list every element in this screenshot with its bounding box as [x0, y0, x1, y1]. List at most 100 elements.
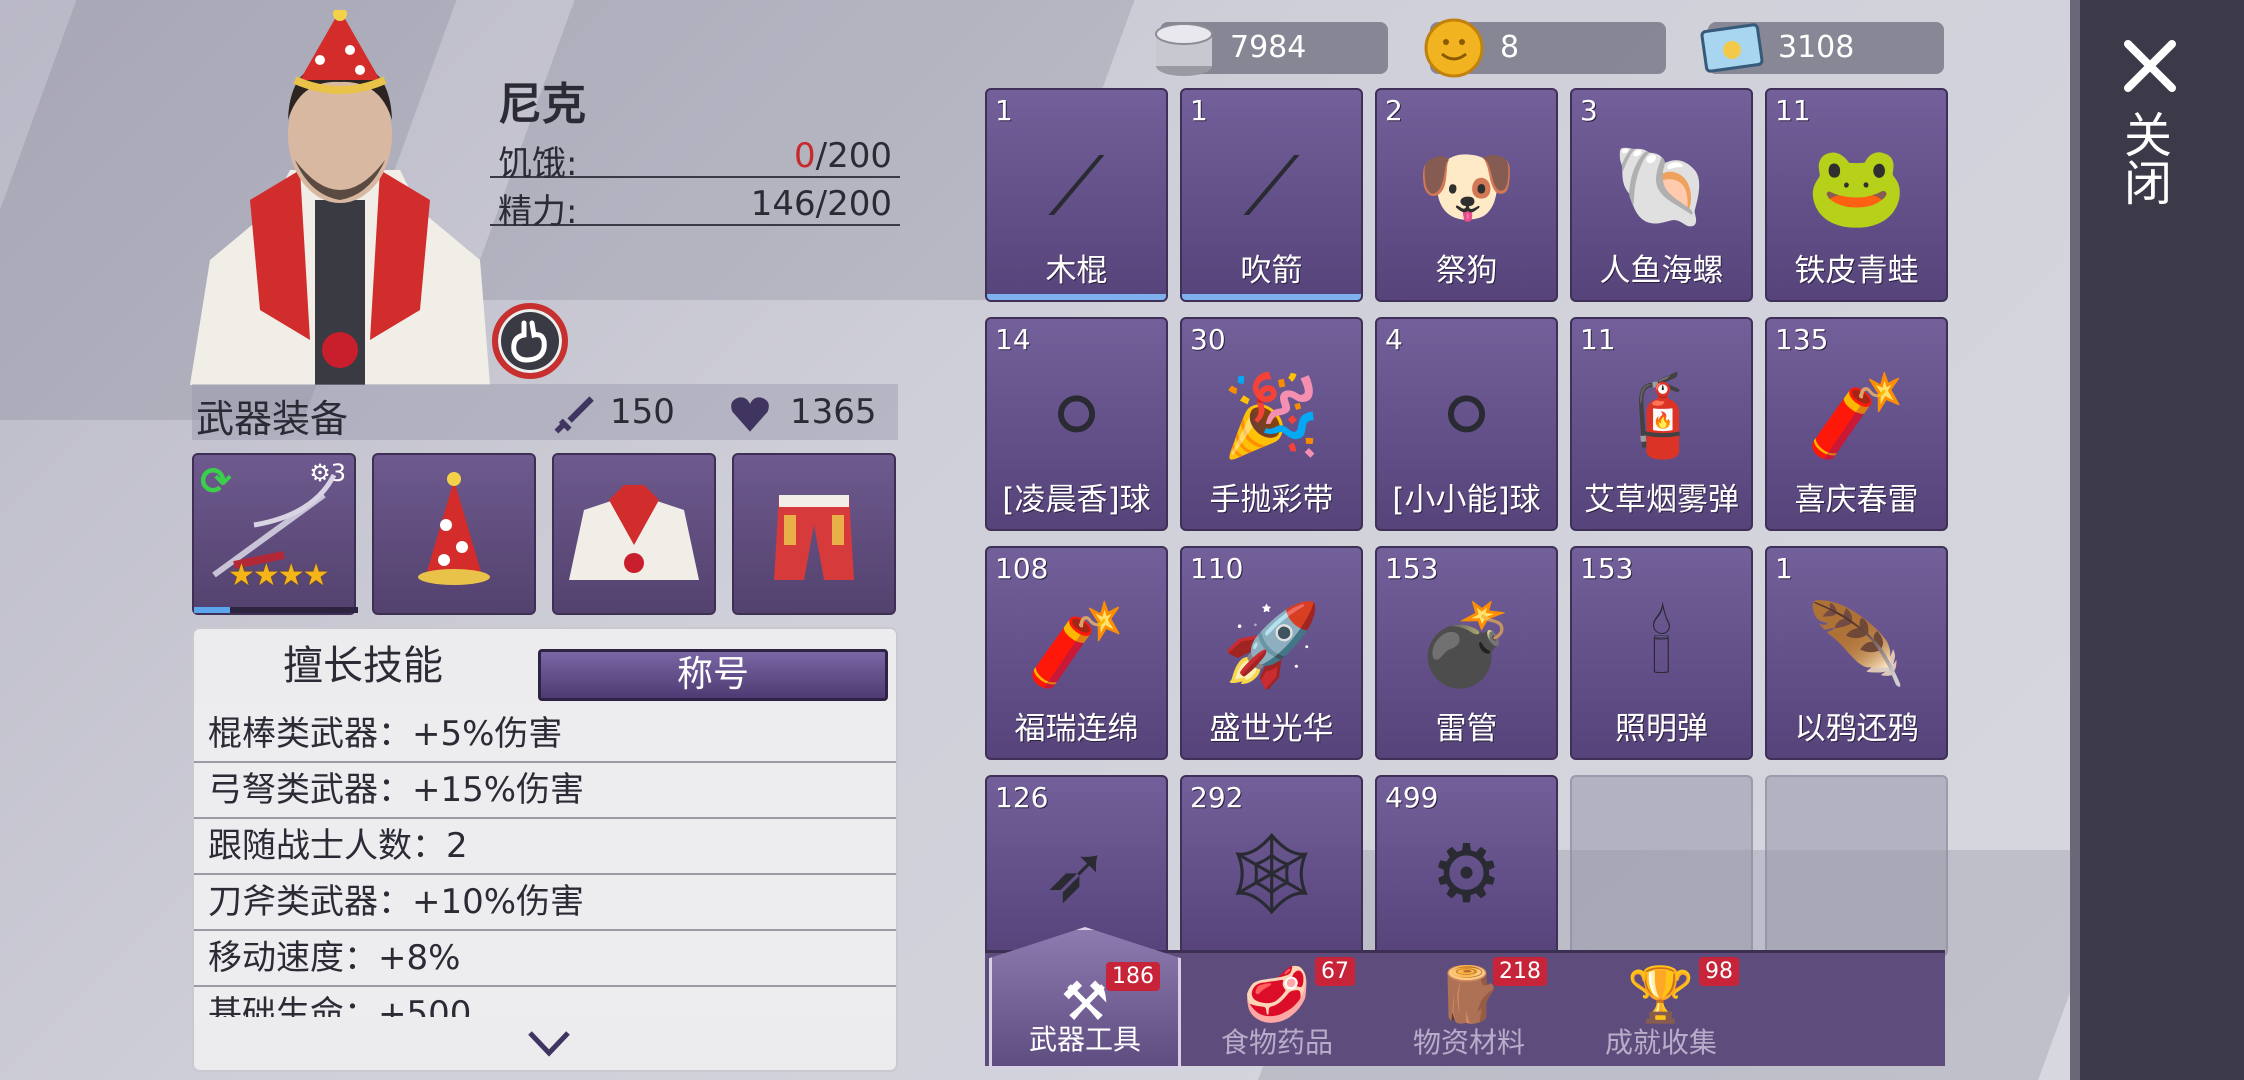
- item-count: 108: [995, 552, 1049, 585]
- inventory-slot[interactable]: 153 🕯 照明弹: [1570, 546, 1753, 760]
- inventory-slot[interactable]: 126 ➶: [985, 775, 1168, 957]
- stick-icon: ⟋: [1048, 140, 1105, 233]
- item-count: 14: [995, 323, 1031, 356]
- item-name: 以鸦还鸦: [1794, 711, 1919, 747]
- skill-list[interactable]: 棍棒类武器：+5%伤害 弓弩类武器：+15%伤害 跟随战士人数：2 刀斧类武器：+10…: [194, 707, 896, 1017]
- ball-icon: ⚪: [1042, 369, 1111, 462]
- attack-value: 150: [610, 392, 675, 432]
- feather-icon: 🪶: [1806, 598, 1907, 691]
- inventory-slot[interactable]: 11 🧯 艾草烟雾弹: [1570, 317, 1753, 531]
- count-badge: 186: [1106, 962, 1160, 991]
- item-count: 110: [1190, 552, 1244, 585]
- hunger-current: 0: [794, 136, 816, 176]
- coat-icon: [569, 485, 699, 580]
- gold-coin-icon: [1424, 18, 1484, 78]
- close-button[interactable]: 关闭: [2115, 110, 2178, 206]
- tab-category[interactable]: 🪵 物资材料 218: [1373, 953, 1565, 1069]
- silver-coins-icon: [1155, 23, 1213, 76]
- count-badge: 218: [1493, 957, 1547, 986]
- equip-slot-coat[interactable]: [552, 453, 716, 615]
- ticket-icon: [1700, 23, 1764, 73]
- inventory-grid: 1 ⟋ 木棍 1 ⟋ 吹箭 2 🐶 祭狗 3 🐚 人鱼海螺 11 🐸 铁皮青蛙 14 ⚪ [凌晨香]球 30 🎉 手抛彩…: [985, 88, 1948, 957]
- character-portrait: [190, 10, 490, 385]
- item-name: 祭狗: [1435, 253, 1498, 289]
- inventory-slot[interactable]: 4 ⚪ [小小能]球: [1375, 317, 1558, 531]
- equip-slot-hat[interactable]: [372, 453, 536, 615]
- pants-icon: [774, 495, 854, 580]
- item-count: 3: [1580, 94, 1598, 127]
- skill-item: 移动速度：+8%: [194, 931, 896, 987]
- category-label: 成就收集: [1604, 1026, 1717, 1059]
- ticket-value: 3108: [1778, 30, 1855, 65]
- inventory-slot[interactable]: 11 🐸 铁皮青蛙: [1765, 88, 1948, 302]
- silver-coin-value: 7984: [1230, 30, 1307, 65]
- inventory-slot[interactable]: 110 🚀 盛世光华: [1180, 546, 1363, 760]
- rocket-icon: 🚀: [1221, 598, 1322, 691]
- inventory-slot[interactable]: 1 🪶 以鸦还鸦: [1765, 546, 1948, 760]
- hunger-row: 饥饿: 0/200: [490, 132, 900, 184]
- item-count: 2: [1385, 94, 1403, 127]
- energy-label: 精力:: [498, 192, 578, 232]
- tab-category[interactable]: 🏆 成就收集 98: [1565, 953, 1757, 1069]
- item-name: [小小能]球: [1392, 482, 1541, 518]
- inventory-slot-empty[interactable]: [1570, 775, 1753, 957]
- skill-tabs: 擅长技能 称号: [194, 629, 896, 707]
- item-name: 盛世光华: [1209, 711, 1334, 747]
- stomach-button[interactable]: [492, 303, 568, 379]
- smoke-grenade-icon: 🧯: [1611, 369, 1712, 462]
- skill-item: 跟随战士人数：2: [194, 819, 896, 875]
- inventory-slot[interactable]: 1 ⟋ 木棍: [985, 88, 1168, 302]
- count-badge: 67: [1315, 957, 1355, 986]
- item-name: 雷管: [1435, 711, 1498, 747]
- flare-icon: 🕯: [1650, 598, 1673, 691]
- equip-slot-pants[interactable]: [732, 453, 896, 615]
- gold-coin-value: 8: [1500, 30, 1520, 65]
- chevron-down-icon[interactable]: [524, 1023, 574, 1063]
- energy-row: 精力: 146/200: [490, 180, 900, 232]
- item-name: 人鱼海螺: [1599, 253, 1724, 289]
- inventory-slot[interactable]: 108 🧨 福瑞连绵: [985, 546, 1168, 760]
- inventory-slot[interactable]: 2 🐶 祭狗: [1375, 88, 1558, 302]
- category-label: 物资材料: [1412, 1026, 1525, 1059]
- inventory-slot[interactable]: 3 🐚 人鱼海螺: [1570, 88, 1753, 302]
- item-durability-bar: [1182, 294, 1361, 300]
- inventory-slot[interactable]: 14 ⚪ [凌晨香]球: [985, 317, 1168, 531]
- inventory-slot[interactable]: 135 🧨 喜庆春雷: [1765, 317, 1948, 531]
- item-name: 喜庆春雷: [1794, 482, 1919, 518]
- item-name: 铁皮青蛙: [1794, 253, 1919, 289]
- tab-skills[interactable]: 擅长技能: [194, 633, 532, 703]
- gold-coin-counter: 8: [1424, 18, 1666, 78]
- item-count: 30: [1190, 323, 1226, 356]
- item-count: 153: [1580, 552, 1634, 585]
- tab-titles[interactable]: 称号: [538, 649, 888, 701]
- count-badge: 98: [1699, 957, 1739, 986]
- category-tab-bar: ⚒ 武器工具 186 🥩 食物药品 67 🪵 物资材料 218 🏆 成就收集 98: [985, 927, 1945, 1069]
- inventory-slot[interactable]: 499 ⚙: [1375, 775, 1558, 957]
- inventory-slot[interactable]: 292 🕸: [1180, 775, 1363, 957]
- hunger-label: 饥饿:: [498, 144, 578, 184]
- category-label: 食物药品: [1220, 1026, 1333, 1059]
- inventory-slot[interactable]: 30 🎉 手抛彩带: [1180, 317, 1363, 531]
- item-count: 1: [1190, 94, 1208, 127]
- weapon-progress-bar: [194, 607, 358, 613]
- frog-icon: 🐸: [1806, 140, 1907, 233]
- darts-icon: ➶: [1042, 827, 1111, 920]
- dynamite-icon: 💣: [1416, 598, 1517, 691]
- spider-web-icon: 🕸: [1220, 827, 1323, 920]
- firecracker-icon: 🧨: [1806, 369, 1907, 462]
- inventory-slot[interactable]: 1 ⟋ 吹箭: [1180, 88, 1363, 302]
- inventory-slot[interactable]: 153 💣 雷管: [1375, 546, 1558, 760]
- skill-item: 刀斧类武器：+10%伤害: [194, 875, 896, 931]
- skill-item: 基础生命：+500: [194, 987, 896, 1017]
- sword-icon: [554, 396, 594, 434]
- silver-coin-counter: 7984: [1155, 22, 1388, 76]
- character-name: 尼克: [498, 79, 586, 130]
- close-icon[interactable]: [2120, 36, 2180, 96]
- item-count: 11: [1580, 323, 1616, 356]
- conch-icon: 🐚: [1611, 140, 1712, 233]
- energy-value: 146/200: [750, 184, 892, 224]
- tab-category[interactable]: 🥩 食物药品 67: [1181, 953, 1373, 1069]
- inventory-slot-empty[interactable]: [1765, 775, 1948, 957]
- equip-slot-weapon[interactable]: ⟳ ⚙3 ★★★★: [192, 453, 358, 615]
- item-durability-bar: [987, 294, 1166, 300]
